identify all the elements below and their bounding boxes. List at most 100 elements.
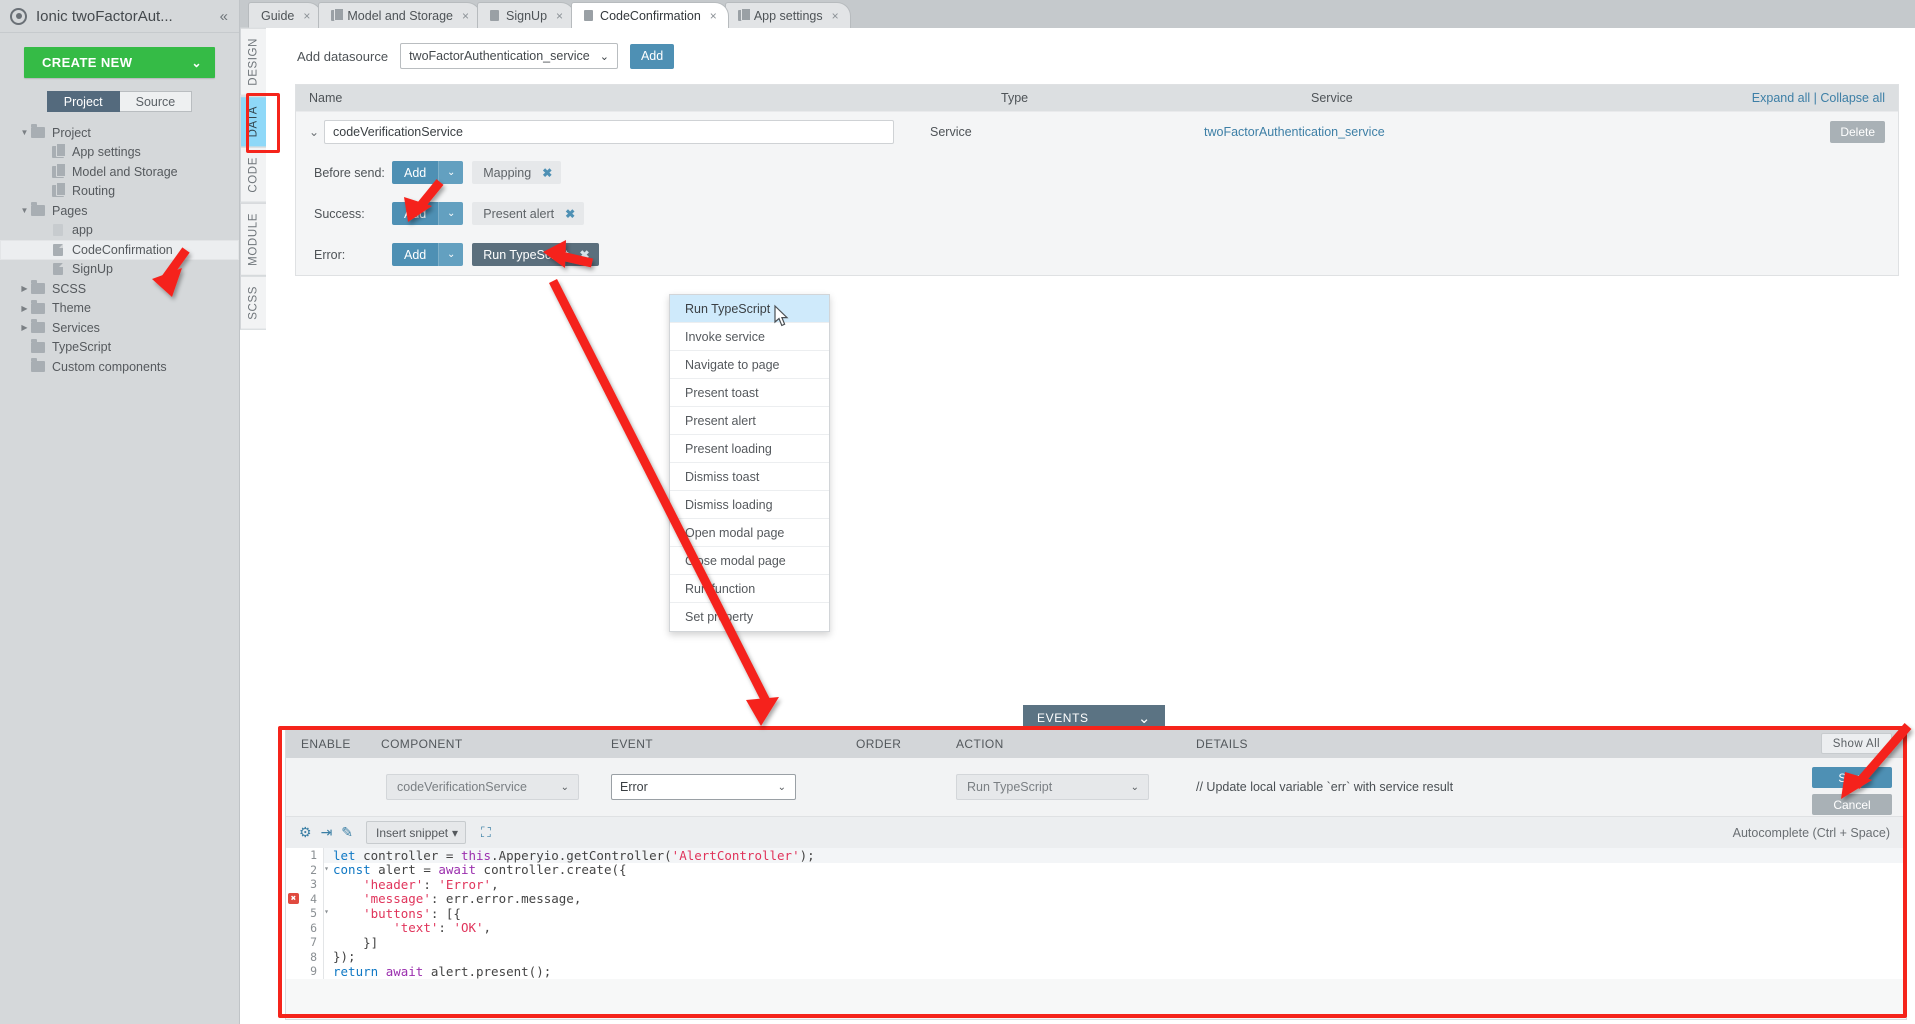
code-line[interactable]: 6 'text': 'OK', [286,920,1906,936]
datasource-service-link[interactable]: twoFactorAuthentication_service [1204,125,1830,139]
dropdown-item-present-toast[interactable]: Present toast [670,379,829,407]
dropdown-item-run-function[interactable]: Run function [670,575,829,603]
show-all-button[interactable]: Show All [1820,733,1892,754]
tree-item-theme[interactable]: ▶ Theme [0,299,239,319]
code-line[interactable]: 3 'header': 'Error', [286,876,1906,892]
delete-datasource-button[interactable]: Delete [1830,121,1885,143]
editor-tab-signup[interactable]: SignUp × [477,2,576,28]
component-select[interactable]: codeVerificationService ⌄ [386,774,579,800]
tree-item-custom-components[interactable]: Custom components [0,357,239,377]
view-tab-scss[interactable]: SCSS [240,275,266,330]
expand-all-link[interactable]: Expand all [1752,91,1810,105]
datasource-select[interactable]: twoFactorAuthentication_service ⌄ [400,43,618,69]
handler-add-button[interactable]: Add ⌄ [392,243,464,266]
handler-add-button[interactable]: Add ⌄ [392,161,464,184]
tree-item-label: TypeScript [52,340,112,355]
fullscreen-icon[interactable]: ⛶ [481,824,491,841]
remove-chip-icon[interactable]: ✖ [579,248,589,262]
expand-row-caret-icon[interactable]: ⌄ [304,125,324,139]
tree-item-codeconfirmation[interactable]: CodeConfirmation [0,240,239,260]
datasource-name-input[interactable]: codeVerificationService [324,120,894,144]
tree-item-typescript[interactable]: TypeScript [0,338,239,358]
component-icon [52,162,66,178]
tab-project[interactable]: Project [46,91,120,112]
event-select[interactable]: Error ⌄ [611,774,796,800]
save-button[interactable]: Save [1812,767,1892,788]
handler-add-button[interactable]: Add ⌄ [392,202,464,225]
action-select[interactable]: Run TypeScript ⌄ [956,774,1149,800]
tree-item-signup[interactable]: SignUp [0,260,239,280]
chevron-down-icon[interactable]: ⌄ [438,243,464,266]
dropdown-item-present-alert[interactable]: Present alert [670,407,829,435]
handler-chip[interactable]: Present alert ✖ [472,202,585,225]
editor-tab-label: Model and Storage [347,8,454,23]
chevron-down-icon[interactable]: ⌄ [438,161,464,184]
remove-chip-icon[interactable]: ✖ [542,166,552,180]
dropdown-item-invoke-service[interactable]: Invoke service [670,323,829,351]
code-line[interactable]: 2 ▾ const alert = await controller.create(… [286,862,1906,878]
dropdown-item-open-modal-page[interactable]: Open modal page [670,519,829,547]
handler-chip[interactable]: Mapping ✖ [472,161,562,184]
dropdown-item-present-loading[interactable]: Present loading [670,435,829,463]
fold-icon[interactable]: ▾ [324,907,329,916]
twisty-collapsed-icon[interactable]: ▶ [18,284,31,293]
handler-chip[interactable]: Run TypeScript ✖ [472,243,599,266]
events-panel-toggle[interactable]: EVENTS ⌄ [1023,705,1165,730]
project-name: Ionic twoFactorAut... [36,7,173,25]
cancel-button[interactable]: Cancel [1812,794,1892,815]
view-tab-module[interactable]: MODULE [240,202,266,276]
dropdown-item-close-modal-page[interactable]: Close modal page [670,547,829,575]
collapse-all-link[interactable]: Collapse all [1820,91,1885,105]
close-tab-icon[interactable]: × [710,9,717,23]
view-tab-design[interactable]: DESIGN [240,28,266,96]
tree-item-model-and-storage[interactable]: Model and Storage [0,162,239,182]
close-tab-icon[interactable]: × [556,9,563,23]
tree-item-routing[interactable]: Routing [0,182,239,202]
tree-item-pages[interactable]: ▼ Pages [0,201,239,221]
close-tab-icon[interactable]: × [462,9,469,23]
dropdown-item-dismiss-loading[interactable]: Dismiss loading [670,491,829,519]
code-line[interactable]: 9 return await alert.present(); [286,963,1906,979]
tree-item-project[interactable]: ▼ Project [0,123,239,143]
editor-tab-guide[interactable]: Guide × [248,2,323,28]
code-line[interactable]: 7 }] [286,934,1906,950]
close-tab-icon[interactable]: × [832,9,839,23]
tree-item-app[interactable]: app [0,221,239,241]
twisty-collapsed-icon[interactable]: ▶ [18,304,31,313]
code-line[interactable]: 8}); [286,949,1906,965]
add-datasource-button[interactable]: Add [629,43,675,69]
code-line[interactable]: 5 ▾ 'buttons': [{ [286,905,1906,921]
twisty-expanded-icon[interactable]: ▼ [18,206,31,215]
tree-item-services[interactable]: ▶ Services [0,318,239,338]
twisty-collapsed-icon[interactable]: ▶ [18,323,31,332]
editor-tab-model-and-storage[interactable]: Model and Storage × [318,2,482,28]
dropdown-item-set-property[interactable]: Set property [670,603,829,631]
code-line[interactable]: ✖ 4 'message': err.error.message, [286,891,1906,907]
tab-source[interactable]: Source [119,91,193,112]
remove-chip-icon[interactable]: ✖ [565,207,575,221]
twisty-expanded-icon[interactable]: ▼ [18,128,31,137]
collapse-sidebar-icon[interactable]: « [220,8,228,25]
view-tab-code[interactable]: CODE [240,147,266,203]
insert-snippet-select[interactable]: Insert snippet ▾ [366,821,467,844]
dropdown-item-run-typescript[interactable]: Run TypeScript [670,295,829,323]
wand-icon[interactable]: ✎ [341,824,353,841]
tree-item-app-settings[interactable]: App settings [0,143,239,163]
fold-icon[interactable]: ▾ [324,864,329,873]
col-header-enable: ENABLE [301,736,351,751]
code-editor[interactable]: 1 let controller = this.Apperyio.getContr… [286,847,1906,979]
view-tab-data[interactable]: DATA [240,95,266,148]
editor-tab-codeconfirmation[interactable]: CodeConfirmation × [571,2,729,28]
create-new-button[interactable]: CREATE NEW ⌄ [24,47,215,78]
tree-item-scss[interactable]: ▶ SCSS [0,279,239,299]
gear-icon[interactable]: ⚙ [299,824,312,841]
chevron-down-icon[interactable]: ⌄ [438,202,464,225]
editor-tab-app-settings[interactable]: App settings × [724,2,851,28]
close-tab-icon[interactable]: × [303,9,310,23]
indent-icon[interactable]: ⇥ [321,824,333,841]
code-line[interactable]: 1 let controller = this.Apperyio.getContr… [286,847,1906,863]
tree-item-label: app [72,223,93,238]
dropdown-item-navigate-to-page[interactable]: Navigate to page [670,351,829,379]
action-cell: Run TypeScript ⌄ [956,774,1196,800]
dropdown-item-dismiss-toast[interactable]: Dismiss toast [670,463,829,491]
